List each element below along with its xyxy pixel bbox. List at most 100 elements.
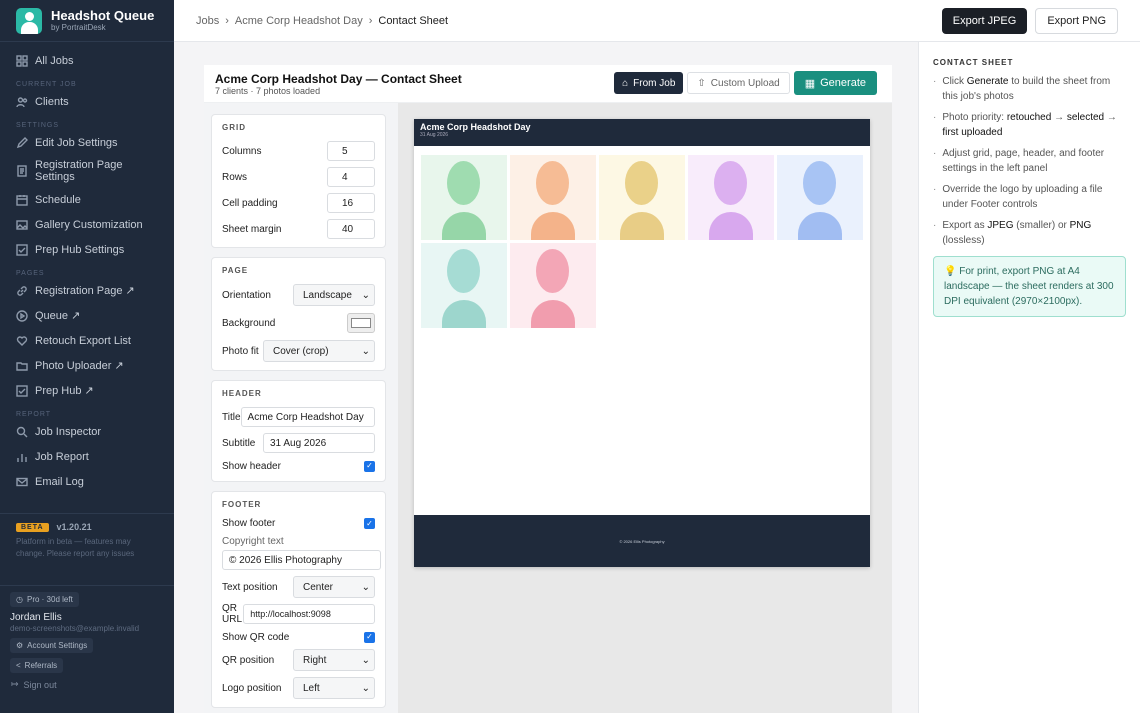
sidebar-item-photo-uploader[interactable]: Photo Uploader ↗ [0,353,174,378]
user-email: demo-screenshots@example.invalid [10,624,140,633]
sidebar-item-label: Clients [35,95,69,108]
preview-area: Acme Corp Headshot Day 31 Aug 2026 © 202… [398,103,892,713]
from-job-button[interactable]: ⌂ From Job [614,72,684,94]
tip-text: Adjust grid, page, header, and footer se… [942,148,1105,174]
avatar-head [536,249,569,293]
help-tip-text: Photo priority: retouched → selected → f… [942,110,1126,140]
sidebar-item-label: Registration Page ↗ [35,285,135,297]
custom-upload-button[interactable]: ⇧ Custom Upload [687,72,790,94]
avatar-head [714,161,747,205]
sidebar-item-label: Schedule [35,193,81,206]
sidebar-section-title: SETTINGS [16,122,60,129]
background-color-picker[interactable] [347,313,375,333]
photo-fit-select[interactable]: Cover (crop) ⌄ [263,340,375,362]
sidebar-item-queue[interactable]: Queue ↗ [0,303,174,328]
sidebar-item-edit-job-settings[interactable]: Edit Job Settings [0,130,174,155]
qr-url-input[interactable]: http://localhost:9098 [243,604,375,624]
header-title-input[interactable]: Acme Corp Headshot Day [240,407,375,427]
brand[interactable]: Headshot Queue by PortraitDesk [0,0,174,42]
chevron-down-icon: ⌄ [361,345,370,357]
avatar-head [625,161,658,205]
help-tip-text: Override the logo by uploading a file un… [942,182,1126,212]
sidebar-item-job-report[interactable]: Job Report [0,444,174,469]
photo-cell [777,155,863,240]
copyright-input[interactable]: © 2026 Ellis Photography [222,550,381,570]
sheet-margin-label: Sheet margin [222,223,282,235]
sidebar-footer: BETA v1.20.21 Platform in beta — feature… [0,513,174,713]
tip-text: → [1104,112,1117,123]
tip-emphasis: selected [1066,112,1105,123]
sidebar-item-job-inspector[interactable]: Job Inspector [0,419,174,444]
sidebar-nav: All Jobs CURRENT JOB Clients SETTINGS Edit J… [0,42,174,494]
show-footer-checkbox[interactable]: ✓ [364,518,375,529]
bar-chart-icon [16,451,28,463]
sidebar-item-clients[interactable]: Clients [0,89,174,114]
export-jpeg-button[interactable]: Export JPEG [941,7,1028,34]
sheet-margin-input[interactable]: 40 [327,219,375,239]
text-position-select[interactable]: Center ⌄ [293,576,375,598]
beta-badge: BETA [16,522,49,532]
sidebar-item-registration-page[interactable]: Registration Page ↗ [0,278,174,303]
chevron-down-icon: ⌄ [361,654,370,666]
referrals-button[interactable]: < Referrals [10,658,64,673]
mail-icon [16,476,28,488]
show-header-checkbox[interactable]: ✓ [364,460,375,472]
logo-icon [16,7,42,34]
sidebar-item-prep-hub-settings[interactable]: Prep Hub Settings [0,237,174,262]
sidebar-section-title: CURRENT JOB [16,81,77,88]
clock-icon: ◷ [16,595,23,604]
header-title-label: Title [222,411,241,423]
sidebar-item-schedule[interactable]: Schedule [0,187,174,212]
calendar-icon [16,194,28,206]
generate-button[interactable]: ▦ Generate [793,71,877,95]
rows-input[interactable]: 4 [327,167,375,187]
grid-icon [16,54,28,67]
photo-cell [599,155,685,240]
sidebar-item-all-jobs[interactable]: All Jobs [0,48,174,73]
bullet: · [933,220,937,231]
orientation-value: Landscape [303,289,352,301]
beta-note: Platform in beta — features may change. … [16,537,135,558]
logo-position-label: Logo position [222,682,282,694]
breadcrumb-job[interactable]: Acme Corp Headshot Day [235,15,363,27]
avatar-head [447,249,480,293]
logo-position-select[interactable]: Left ⌄ [293,677,375,699]
help-title: CONTACT SHEET [933,58,1014,67]
help-tip: · Override the logo by uploading a file u… [933,182,1126,212]
tip-text: (smaller) or [1013,220,1070,231]
sheet-subtitle: 31 Aug 2026 [420,132,449,138]
export-png-button[interactable]: Export PNG [1035,7,1118,34]
account-settings-button[interactable]: ⚙ Account Settings [10,638,94,653]
sidebar-item-email-log[interactable]: Email Log [0,469,174,494]
sidebar-item-prep-hub[interactable]: Prep Hub ↗ [0,378,174,403]
sidebar-item-retouch-export-list[interactable]: Retouch Export List [0,328,174,353]
cell-padding-label: Cell padding [222,197,278,209]
tip-emphasis: first uploaded [942,127,1003,138]
sidebar-item-label: Retouch Export List [35,334,131,347]
sidebar-item-label: Gallery Customization [35,218,143,231]
sign-out-button[interactable]: ↦ Sign out [10,679,164,690]
breadcrumb-current: Contact Sheet [378,14,449,27]
columns-input[interactable]: 5 [327,141,375,161]
sidebar-item-gallery-customization[interactable]: Gallery Customization [0,212,174,237]
brand-title: Headshot Queue [51,7,155,23]
footer-panel: FOOTER Show footer ✓ Copyright text © 202… [211,491,386,708]
avatar-head [536,161,569,205]
sheet-header: Acme Corp Headshot Day 31 Aug 2026 [414,119,870,146]
photo-cell [510,243,596,328]
footer-panel-title: FOOTER [222,500,262,509]
breadcrumb-jobs[interactable]: Jobs [196,15,219,27]
breadcrumb: Jobs › Acme Corp Headshot Day › Contact Sh… [196,15,448,27]
cell-padding-input[interactable]: 16 [327,193,375,213]
sidebar-item-registration-page-settings[interactable]: Registration Page Settings [0,155,174,187]
avatar-body [531,300,575,328]
orientation-select[interactable]: Landscape ⌄ [293,284,375,306]
card-subtitle: 7 clients · 7 photos loaded [215,85,321,96]
qr-position-select[interactable]: Right ⌄ [293,649,375,671]
help-tips: · Click Generate to build the sheet from … [933,74,1126,248]
show-qr-checkbox[interactable]: ✓ [364,631,375,643]
tip-emphasis: JPEG [987,220,1014,231]
header-subtitle-input[interactable]: 31 Aug 2026 [263,433,375,453]
sheet-title: Acme Corp Headshot Day [420,122,531,132]
folder-icon [16,360,28,372]
